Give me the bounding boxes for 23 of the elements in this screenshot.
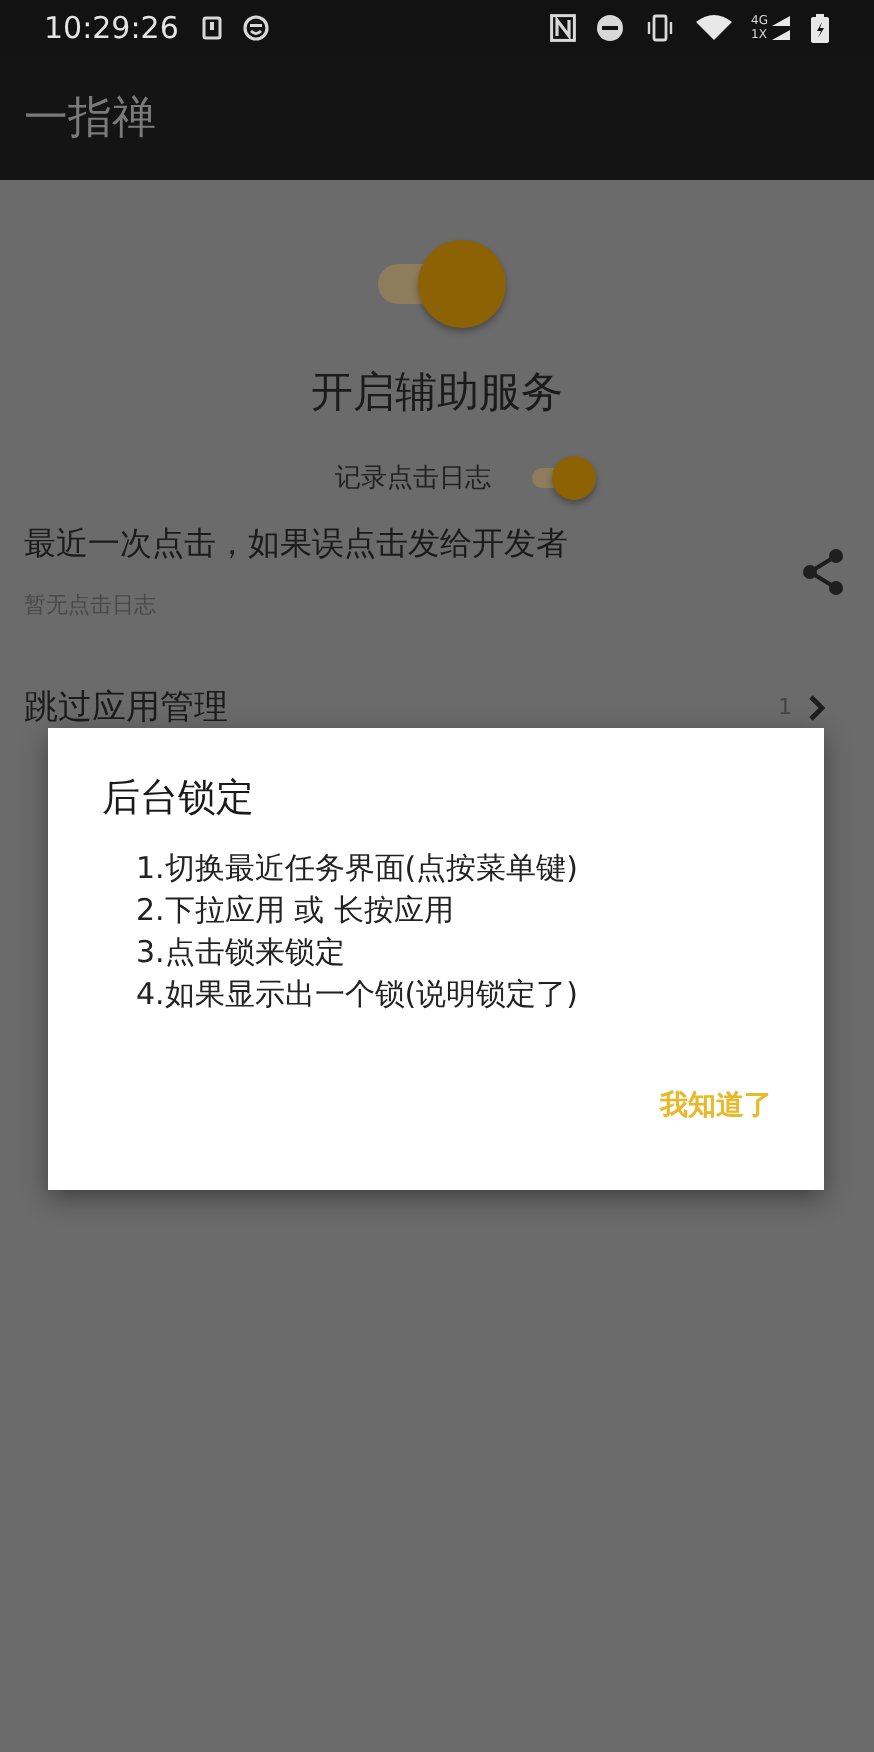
instruction-text: 1.切换最近任务界面(点按菜单键) — [136, 848, 581, 890]
status-time: 10:29:26 — [44, 10, 179, 46]
ok-button[interactable]: 我知道了 — [660, 1080, 772, 1132]
chevron-icon — [808, 693, 826, 721]
wifi-icon — [695, 14, 732, 42]
instruction-text: 2.下拉应用 或 长按应用 — [136, 890, 456, 932]
smiley-icon — [242, 14, 271, 42]
vibrate-icon — [643, 14, 676, 42]
share-button[interactable] — [802, 548, 846, 596]
cell-signal-icon — [772, 16, 790, 40]
app-title: 一指禅 — [24, 92, 156, 148]
share-icon — [802, 548, 846, 596]
battery-icon — [810, 13, 830, 43]
instruction-text: 3.点击锁来锁定 — [136, 932, 347, 974]
service-title: 开启辅助服务 — [311, 366, 563, 420]
last-click-title: 最近一次点击，如果误点击发给开发者 — [24, 524, 570, 566]
nfc-icon — [549, 14, 576, 42]
skip-apps-title: 跳过应用管理 — [24, 686, 230, 730]
dialog-title: 后台锁定 — [102, 774, 256, 824]
log-switch[interactable] — [527, 456, 599, 500]
do-not-disturb-icon — [595, 14, 624, 42]
instruction-text: 4.如果显示出一个锁(说明锁定了) — [136, 974, 581, 1016]
log-label: 记录点击日志 — [335, 462, 491, 496]
